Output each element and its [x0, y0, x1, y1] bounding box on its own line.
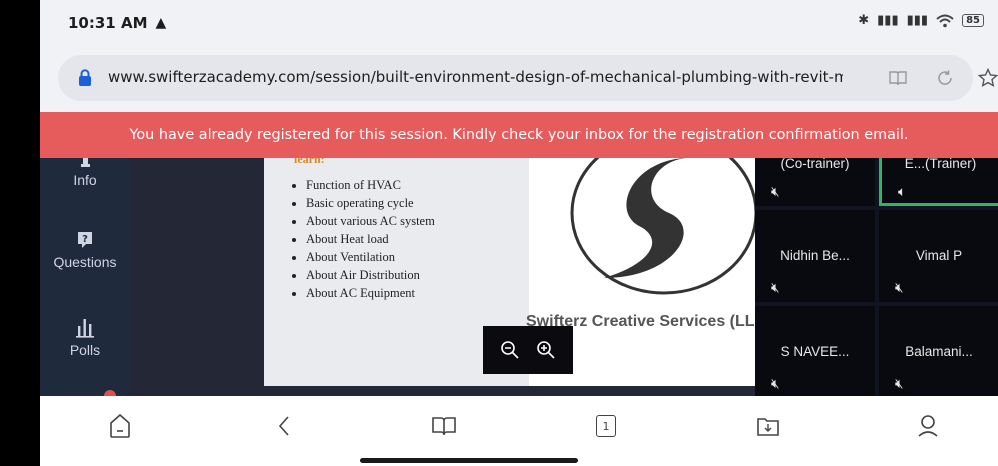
zoom-in-icon[interactable]	[536, 340, 556, 360]
list-item: About AC Equipment	[306, 284, 435, 302]
lock-icon	[79, 69, 91, 86]
list-item: About various AC system	[306, 212, 435, 230]
status-icons: ✱ ▮▮▮ ▮▮▮ 85	[858, 13, 984, 28]
participant-tile[interactable]: Nidhin Be... 🔇︎	[755, 210, 875, 302]
status-time: 10:31 AM	[68, 14, 148, 32]
sidebar-item-label: Info	[73, 172, 97, 188]
sidebar-item-questions[interactable]: ? Questions	[40, 230, 130, 270]
profile-button[interactable]	[910, 410, 946, 442]
sidebar-item-label: Questions	[53, 254, 117, 270]
muted-mic-icon: 🔇︎	[771, 184, 780, 199]
reader-mode-icon[interactable]	[888, 69, 908, 87]
muted-mic-icon: 🔇︎	[771, 376, 780, 391]
muted-mic-icon: 🔇︎	[771, 280, 780, 295]
participant-tile[interactable]: Vimal P 🔇︎	[879, 210, 998, 302]
phone-screen: 10:31 AM ▲ ✱ ▮▮▮ ▮▮▮ 85 www.swifterzacad…	[40, 0, 998, 466]
reload-icon[interactable]	[936, 69, 954, 87]
tabs-icon: 1	[596, 415, 616, 437]
list-item: About Heat load	[306, 230, 435, 248]
slide-bullet-list: Function of HVAC Basic operating cycle A…	[306, 176, 435, 302]
gesture-bar[interactable]	[360, 458, 578, 463]
book-icon	[432, 417, 456, 436]
polls-icon	[76, 319, 94, 338]
muted-mic-icon: 🔇︎	[895, 376, 904, 391]
side-nav: Info ? Questions Polls	[40, 152, 130, 402]
participant-name: E...(Trainer)	[904, 156, 977, 171]
sidebar-item-polls[interactable]: Polls	[40, 316, 130, 358]
participant-tile[interactable]: Balamani... 🔇︎	[879, 306, 998, 396]
muted-mic-icon: 🔇︎	[895, 280, 904, 295]
zoom-controls	[483, 326, 573, 374]
speaker-icon: 🔈︎	[898, 184, 907, 199]
webinar-app: Info ? Questions Polls learn: Function o…	[40, 131, 998, 402]
signal-icon: ▮▮▮	[906, 13, 929, 28]
back-button[interactable]	[266, 410, 302, 442]
warning-icon: ▲	[155, 15, 167, 31]
registration-banner: You have already registered for this ses…	[40, 112, 998, 158]
battery-icon: 85	[962, 14, 984, 27]
participant-name: Balamani...	[905, 344, 973, 359]
chevron-left-icon	[278, 416, 289, 436]
presentation-area: learn: Function of HVAC Basic operating …	[130, 131, 794, 396]
bookmark-star-icon[interactable]	[978, 68, 998, 88]
browser-bottom-bar: 1	[40, 396, 998, 466]
profile-icon	[918, 415, 938, 437]
address-bar[interactable]: www.swifterzacademy.com/session/built-en…	[58, 55, 973, 101]
home-button[interactable]	[102, 410, 138, 442]
list-item: Function of HVAC	[306, 176, 435, 194]
status-bar: 10:31 AM ▲ ✱ ▮▮▮ ▮▮▮ 85	[40, 0, 998, 46]
wifi-icon	[936, 14, 954, 27]
zoom-out-icon[interactable]	[500, 340, 520, 360]
participant-tile-active[interactable]: E...(Trainer) 🔈︎	[879, 156, 998, 206]
participant-name: Nidhin Be...	[780, 248, 850, 263]
download-folder-icon	[757, 418, 779, 436]
participant-name: Vimal P	[915, 248, 963, 263]
participant-name: (Co-trainer)	[780, 156, 850, 171]
list-item: About Air Distribution	[306, 266, 435, 284]
bookmarks-button[interactable]	[426, 410, 462, 442]
sidebar-item-label: Polls	[69, 342, 101, 358]
home-icon	[110, 413, 130, 438]
list-item: About Ventilation	[306, 248, 435, 266]
participant-tile[interactable]: (Co-trainer) 🔇︎	[755, 156, 875, 206]
url-text[interactable]: www.swifterzacademy.com/session/built-en…	[108, 68, 843, 86]
bluetooth-icon: ✱	[858, 13, 870, 28]
participant-grid: (Co-trainer) 🔇︎ E...(Trainer) 🔈︎ Nidhin …	[755, 156, 998, 396]
question-icon: ?	[78, 232, 92, 248]
signal-icon: ▮▮▮	[877, 13, 899, 28]
participant-name: S NAVEE...	[780, 344, 850, 359]
downloads-button[interactable]	[750, 410, 786, 442]
tabs-button[interactable]: 1	[588, 410, 624, 442]
participant-tile[interactable]: S NAVEE... 🔇︎	[755, 306, 875, 396]
list-item: Basic operating cycle	[306, 194, 435, 212]
svg-text:?: ?	[82, 234, 88, 245]
